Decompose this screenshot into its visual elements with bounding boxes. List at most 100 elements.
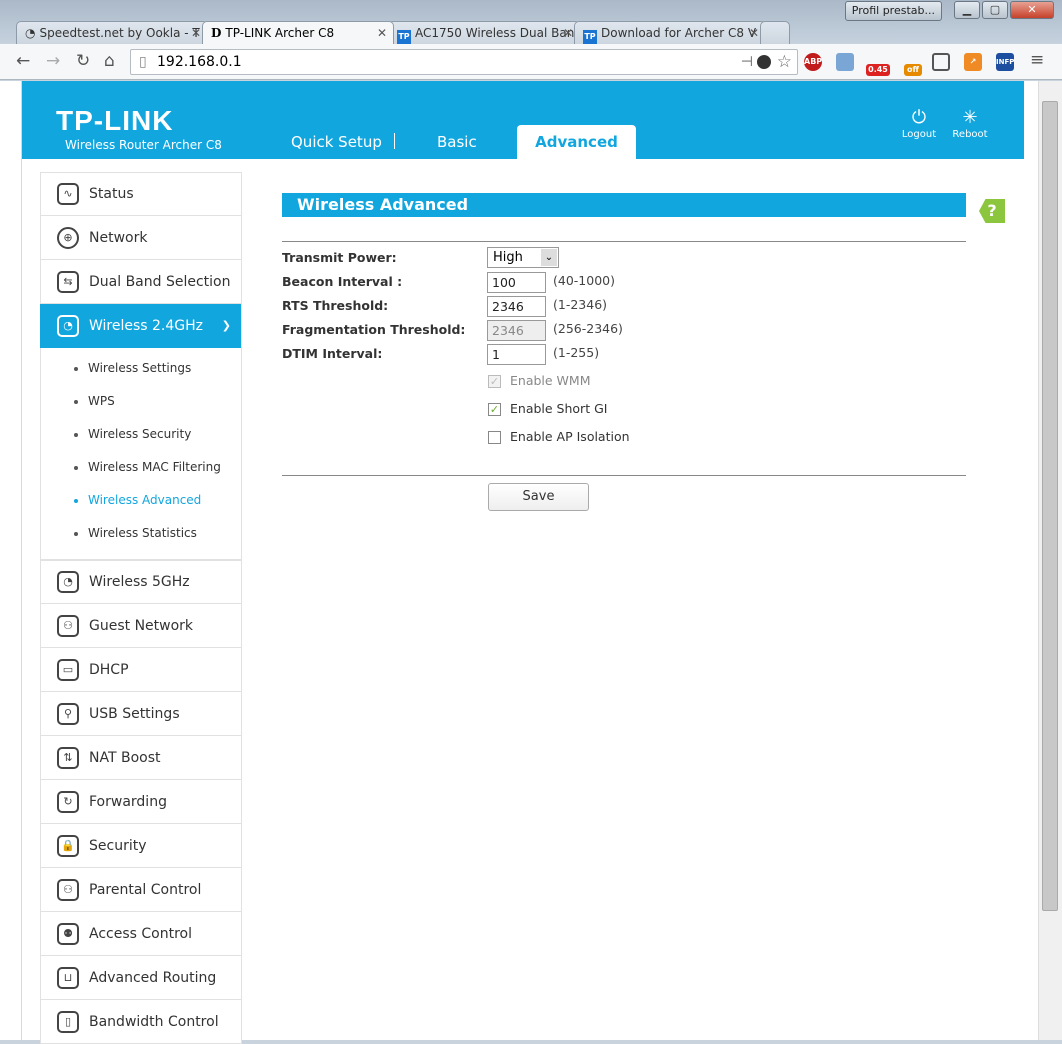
- bandwidth-control-icon: ▯: [57, 1010, 79, 1033]
- submenu-wps[interactable]: WPS: [41, 385, 241, 418]
- fragmentation-threshold-input[interactable]: 2346: [487, 320, 546, 341]
- tab-title: AC1750 Wireless Dual Ban: [415, 26, 575, 40]
- browser-tab[interactable]: ◔ Speedtest.net by Ookla - T ✕: [16, 21, 208, 44]
- chart-extension-icon[interactable]: ↗: [964, 53, 982, 71]
- cast-icon[interactable]: [932, 53, 950, 71]
- close-window-button[interactable]: ✕: [1010, 1, 1054, 19]
- back-icon[interactable]: ←: [16, 51, 30, 71]
- access-control-icon: ⚉: [57, 922, 79, 945]
- advanced-routing-icon: ⊔: [57, 966, 79, 989]
- scrollbar-thumb[interactable]: [1042, 101, 1058, 911]
- pin-icon[interactable]: ⊣: [741, 50, 753, 74]
- dtim-interval-label: DTIM Interval:: [282, 346, 383, 361]
- tab-advanced[interactable]: Advanced: [517, 125, 636, 159]
- enable-wmm-checkbox[interactable]: ✓: [488, 375, 501, 388]
- forwarding-icon: ↻: [57, 790, 79, 813]
- beacon-interval-label: Beacon Interval :: [282, 274, 403, 289]
- sidebar-item-bandwidth-control[interactable]: ▯ Bandwidth Control: [40, 1000, 242, 1044]
- infp-icon[interactable]: INFP: [996, 53, 1014, 71]
- logout-button[interactable]: ⏻ Logout: [897, 107, 941, 140]
- sidebar-item-dhcp[interactable]: ▭ DHCP: [40, 648, 242, 692]
- tab-basic[interactable]: Basic: [437, 133, 477, 151]
- sidebar-label: Status: [89, 186, 134, 202]
- address-bar[interactable]: ▯ 192.168.0.1 ⊣ ☆: [130, 49, 798, 75]
- parental-control-icon: ⚇: [57, 878, 79, 901]
- help-button[interactable]: ?: [979, 199, 1005, 223]
- beacon-interval-range: (40-1000): [553, 273, 615, 288]
- maximize-button[interactable]: ▢: [982, 1, 1008, 19]
- submenu-wireless-security[interactable]: Wireless Security: [41, 418, 241, 451]
- minimize-button[interactable]: ▁: [954, 1, 980, 19]
- page-icon: ▯: [139, 54, 147, 70]
- close-tab-icon[interactable]: ✕: [749, 22, 759, 44]
- model-name: Wireless Router Archer C8: [65, 138, 222, 152]
- new-tab-button[interactable]: [760, 21, 790, 44]
- transmit-power-select[interactable]: High ⌄: [487, 247, 559, 268]
- sidebar-item-forwarding[interactable]: ↻ Forwarding: [40, 780, 242, 824]
- sidebar-item-network[interactable]: ⊕ Network: [40, 216, 242, 260]
- close-tab-icon[interactable]: ✕: [377, 22, 387, 44]
- sidebar-item-security[interactable]: 🔒 Security: [40, 824, 242, 868]
- menu-icon[interactable]: ≡: [1030, 50, 1044, 70]
- chevron-down-icon: ❯: [221, 319, 231, 332]
- wifi-icon: ◔: [57, 314, 79, 337]
- enable-ap-isolation-checkbox[interactable]: [488, 431, 501, 444]
- speed-extension-icon[interactable]: 0.45: [866, 64, 890, 76]
- scrollbar[interactable]: [1038, 81, 1062, 1040]
- dtim-interval-input[interactable]: 1: [487, 344, 546, 365]
- sidebar-item-parental-control[interactable]: ⚇ Parental Control: [40, 868, 242, 912]
- enable-wmm-label: Enable WMM: [510, 373, 591, 388]
- beacon-interval-input[interactable]: 100: [487, 272, 546, 293]
- off-extension-icon[interactable]: off: [904, 64, 922, 76]
- browser-tab[interactable]: TP Download for Archer C8 V ✕: [574, 21, 766, 44]
- sidebar-item-advanced-routing[interactable]: ⊔ Advanced Routing: [40, 956, 242, 1000]
- logout-label: Logout: [901, 129, 937, 140]
- block-icon[interactable]: [757, 55, 771, 69]
- save-button[interactable]: Save: [488, 483, 589, 511]
- tab-title: Download for Archer C8 V: [601, 26, 757, 40]
- forward-icon[interactable]: →: [46, 51, 60, 71]
- sidebar-item-nat-boost[interactable]: ⇅ NAT Boost: [40, 736, 242, 780]
- submenu-label: WPS: [88, 394, 115, 408]
- browser-tab-active[interactable]: D TP-LINK Archer C8 ✕: [202, 21, 394, 44]
- sidebar-item-access-control[interactable]: ⚉ Access Control: [40, 912, 242, 956]
- sidebar-label: Network: [89, 229, 148, 246]
- browser-tab[interactable]: TP AC1750 Wireless Dual Ban ✕: [388, 21, 580, 44]
- guest-network-icon: ⚇: [57, 614, 79, 637]
- tp-icon: TP: [397, 30, 411, 44]
- home-icon[interactable]: ⌂: [104, 51, 115, 71]
- submenu-wireless-settings[interactable]: Wireless Settings: [41, 352, 241, 385]
- sidebar-label: Security: [89, 837, 147, 854]
- profile-button[interactable]: Profil prestab...: [844, 1, 942, 21]
- status-icon: ∿: [57, 183, 79, 205]
- sidebar-item-status[interactable]: ∿ Status: [40, 172, 242, 216]
- enable-short-gi-checkbox[interactable]: ✓: [488, 403, 501, 416]
- star-icon[interactable]: ☆: [777, 50, 792, 74]
- tab-quick-setup[interactable]: Quick Setup: [291, 133, 382, 151]
- enable-short-gi-label: Enable Short GI: [510, 401, 608, 416]
- window-titlebar: Profil prestab... ▁ ▢ ✕ ◔ Speedtest.net b…: [0, 0, 1062, 44]
- sidebar-label: NAT Boost: [89, 749, 161, 766]
- sidebar-label: Access Control: [89, 925, 192, 942]
- submenu-wireless-advanced[interactable]: Wireless Advanced: [41, 484, 241, 517]
- submenu-mac-filtering[interactable]: Wireless MAC Filtering: [41, 451, 241, 484]
- close-tab-icon[interactable]: ✕: [191, 22, 201, 44]
- sidebar-item-wireless-5ghz[interactable]: ◔ Wireless 5GHz: [40, 560, 242, 604]
- camera-icon[interactable]: [836, 53, 854, 71]
- close-tab-icon[interactable]: ✕: [563, 22, 573, 44]
- sidebar-item-wireless-24[interactable]: ◔ Wireless 2.4GHz ❯: [40, 304, 242, 348]
- dtim-interval-range: (1-255): [553, 345, 600, 360]
- submenu-wireless-statistics[interactable]: Wireless Statistics: [41, 517, 241, 550]
- rts-threshold-input[interactable]: 2346: [487, 296, 546, 317]
- nat-boost-icon: ⇅: [57, 746, 79, 769]
- tab-divider: [394, 133, 395, 149]
- sidebar-item-guest-network[interactable]: ⚇ Guest Network: [40, 604, 242, 648]
- fragmentation-threshold-label: Fragmentation Threshold:: [282, 322, 466, 337]
- reboot-button[interactable]: ✳ Reboot: [948, 107, 992, 140]
- reload-icon[interactable]: ↻: [76, 51, 90, 71]
- sidebar-label: Parental Control: [89, 881, 202, 898]
- sidebar-item-usb-settings[interactable]: ⚲ USB Settings: [40, 692, 242, 736]
- adblock-icon[interactable]: ABP: [804, 53, 822, 71]
- fragmentation-threshold-range: (256-2346): [553, 321, 623, 336]
- sidebar-item-dual-band[interactable]: ⇆ Dual Band Selection: [40, 260, 242, 304]
